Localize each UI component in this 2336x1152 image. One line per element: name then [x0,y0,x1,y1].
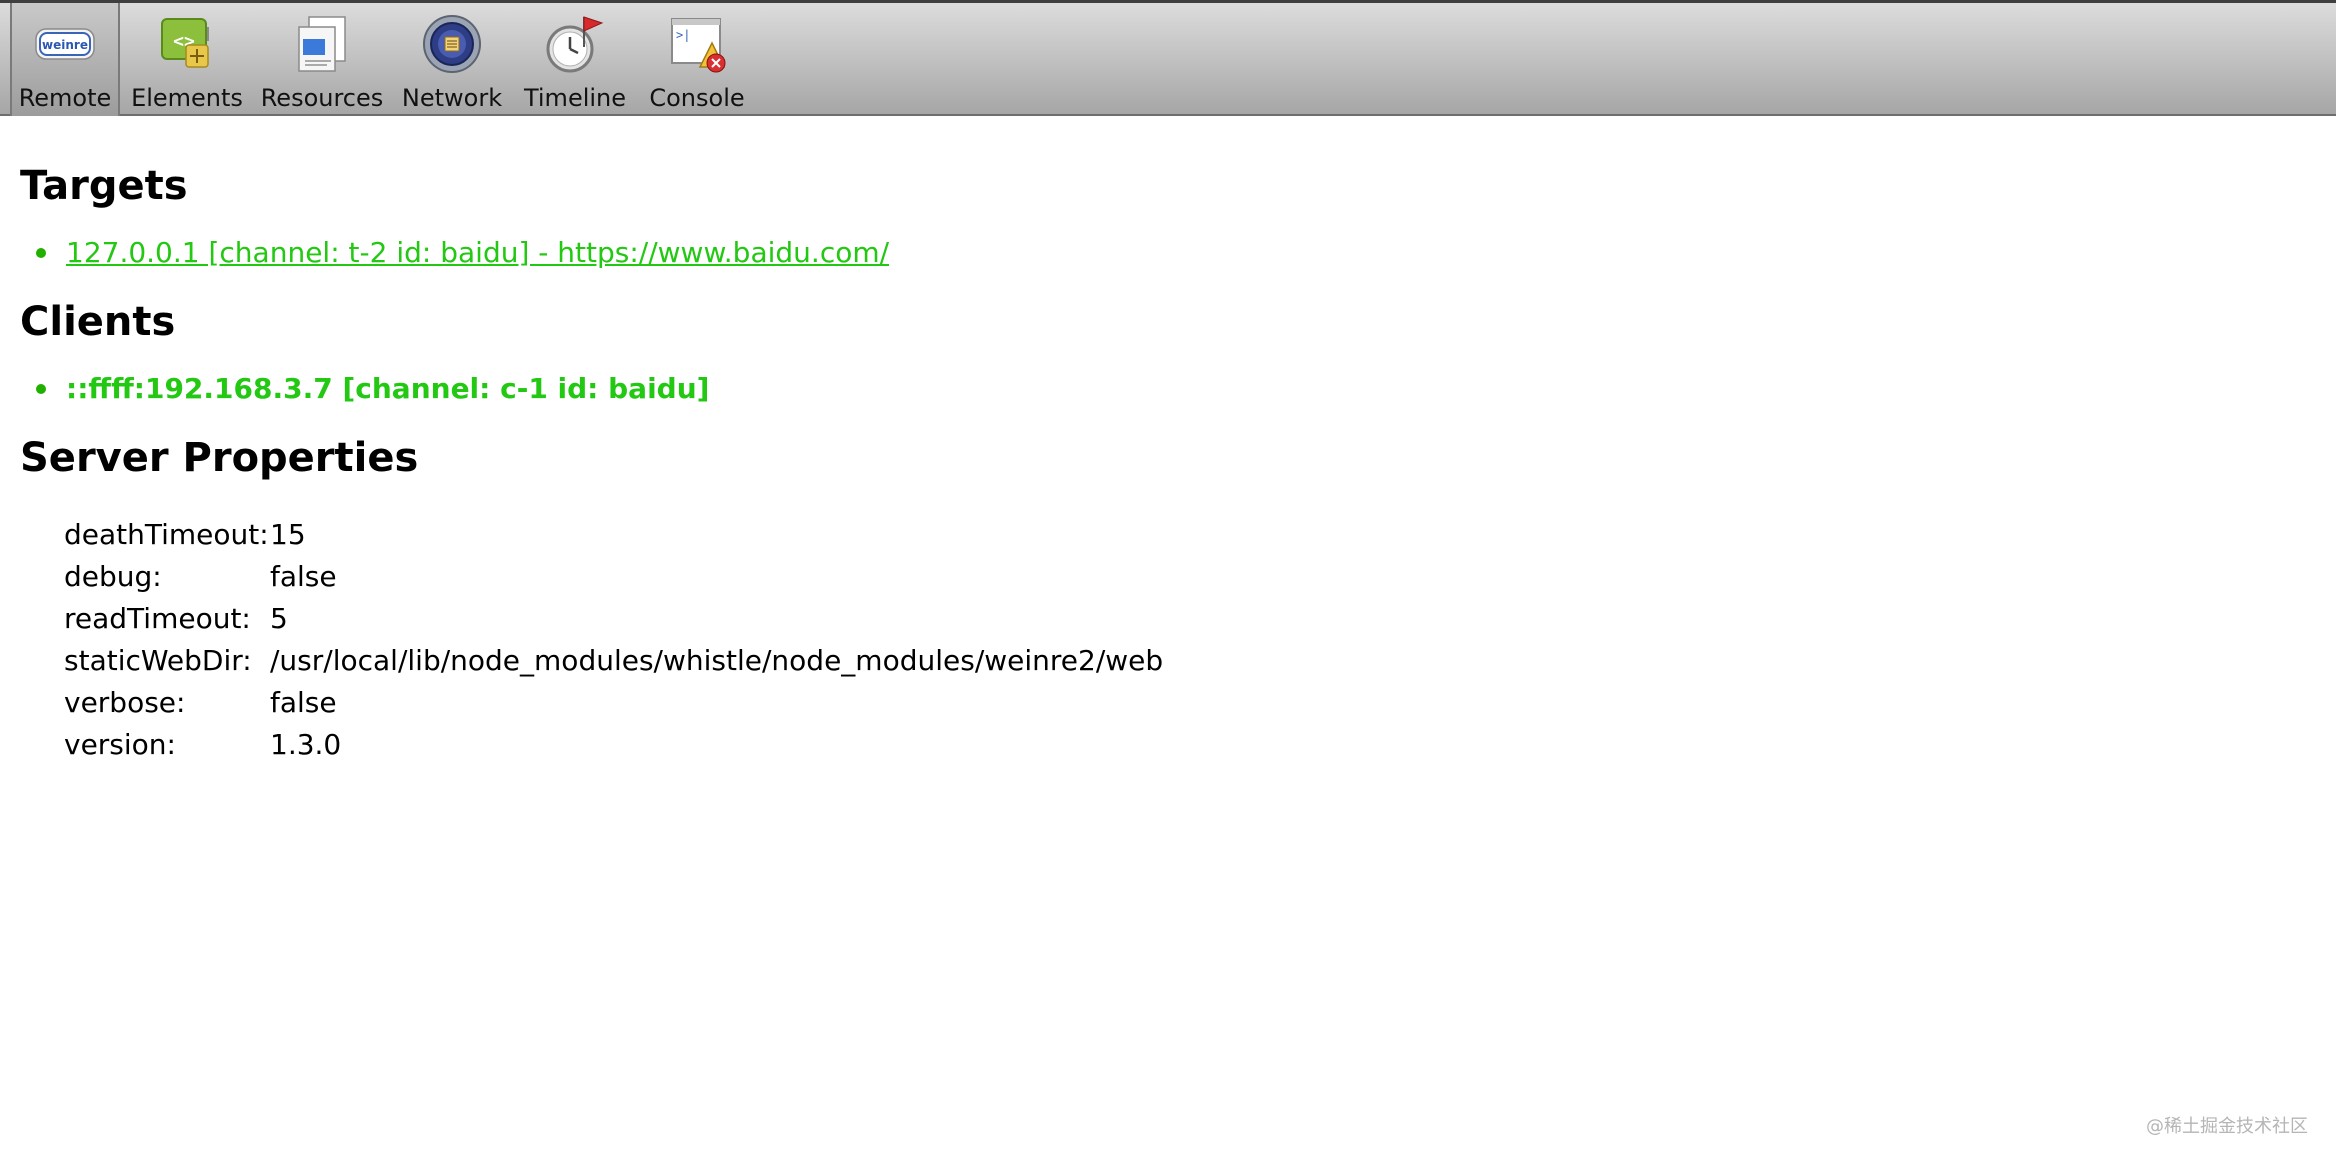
property-key: verbose: [64,686,186,719]
logo-text: weinre [42,38,88,52]
property-value: false [270,560,337,593]
resources-icon [298,16,346,72]
weinre-logo-icon: weinre [35,28,95,60]
property-value: /usr/local/lib/node_modules/whistle/node… [270,644,1164,677]
table-row: verbose: false [64,682,1163,724]
server-properties-heading: Server Properties [20,435,419,481]
targets-heading: Targets [20,163,188,209]
list-item: ::ffff:192.168.3.7 [channel: c-1 id: bai… [36,358,2300,420]
console-icon: >| [671,18,726,73]
list-item: 127.0.0.1 [channel: t-2 id: baidu] - htt… [36,222,2300,284]
clients-heading: Clients [20,299,176,345]
tab-label: Console [649,84,745,112]
property-value: false [270,686,337,719]
property-key: readTimeout: [64,602,251,635]
tab-remote[interactable]: weinre Remote [10,3,120,116]
property-value: 5 [270,602,288,635]
tab-label: Network [401,84,503,112]
clients-list: ::ffff:192.168.3.7 [channel: c-1 id: bai… [20,358,2300,420]
tab-elements[interactable]: <> Elements [122,3,252,116]
table-row: staticWebDir: /usr/local/lib/node_module… [64,640,1163,682]
tab-label: Remote [18,84,112,112]
elements-icon: <> [161,18,209,68]
tab-label: Elements [131,84,243,112]
property-value: 15 [270,518,306,551]
table-row: readTimeout: 5 [64,598,1163,640]
client-entry: ::ffff:192.168.3.7 [channel: c-1 id: bai… [66,372,710,405]
target-link[interactable]: 127.0.0.1 [channel: t-2 id: baidu] - htt… [66,236,889,269]
tab-network[interactable]: Network [392,3,512,116]
tab-timeline[interactable]: Timeline [514,3,636,116]
bullet-icon [36,384,46,394]
property-key: version: [64,728,176,761]
remote-panel: Targets 127.0.0.1 [channel: t-2 id: baid… [20,150,2300,766]
table-row: debug: false [64,556,1163,598]
property-value: 1.3.0 [270,728,342,761]
bullet-icon [36,248,46,258]
property-key: staticWebDir: [64,644,252,677]
network-icon [423,15,481,73]
targets-list: 127.0.0.1 [channel: t-2 id: baidu] - htt… [20,222,2300,284]
tab-label: Resources [260,84,384,112]
svg-text:>|: >| [676,28,690,42]
table-row: version: 1.3.0 [64,724,1163,766]
table-row: deathTimeout: 15 [64,514,1163,556]
tab-console[interactable]: >| Console [636,3,758,116]
property-key: deathTimeout: [64,518,269,551]
watermark: @稀土掘金技术社区 [2146,1116,2308,1137]
toolbar: weinre Remote <> Elements Resources Netw… [0,0,2336,116]
timeline-icon [546,16,604,73]
tab-label: Timeline [523,84,627,112]
tab-resources[interactable]: Resources [252,3,392,116]
server-properties-table: deathTimeout: 15 debug: false readTimeou… [64,514,1163,766]
property-key: debug: [64,560,162,593]
